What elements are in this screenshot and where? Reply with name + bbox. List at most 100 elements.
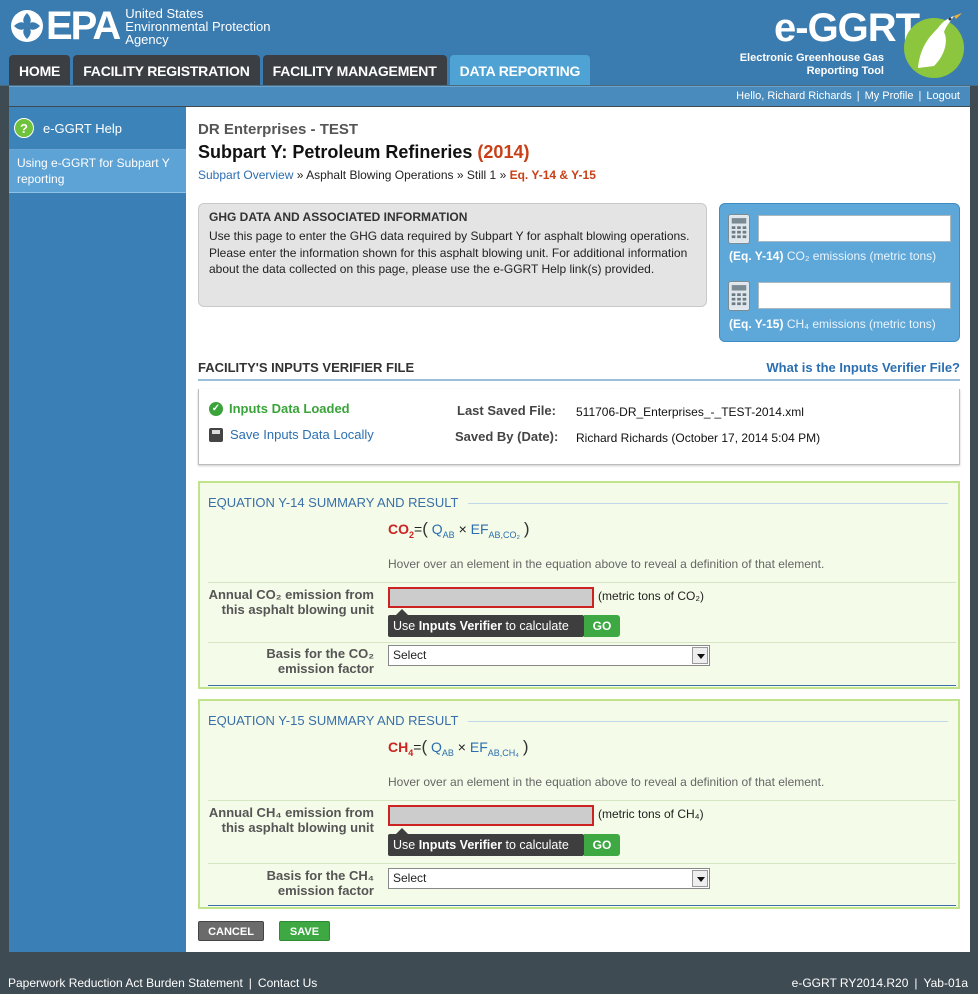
epa-logo[interactable]: EPA United States Environmental Protecti… (10, 6, 271, 46)
formula-ch4-term[interactable]: CH4 (388, 739, 413, 758)
formula-ef-term[interactable]: EFAB,CO₂ (470, 521, 521, 540)
formula-gas: CH (388, 739, 409, 755)
cancel-button[interactable]: CANCEL (198, 921, 264, 941)
equation-y14-formula: CO2=( QAB × EFAB,CO₂ ) (388, 519, 530, 540)
eggrt-logo: e-GGRT Electronic Greenhouse Gas Reporti… (734, 4, 964, 82)
agency-line-1: United States (125, 5, 204, 21)
ivf-section-title: FACILITY'S INPUTS VERIFIER FILE (198, 360, 415, 375)
ivf-status-box: ✓ Inputs Data Loaded Save Inputs Data Lo… (198, 389, 960, 465)
inputs-loaded-text: Inputs Data Loaded (229, 401, 350, 416)
go-button[interactable]: GO (584, 615, 620, 637)
equation-y15-formula: CH4=( QAB × EFAB,CH₄ ) (388, 737, 529, 758)
sidebar-help-label: e-GGRT Help (43, 120, 122, 136)
eggrt-subtitle: Electronic Greenhouse Gas Reporting Tool (734, 52, 884, 78)
app-version: e-GGRT RY2014.R20 (791, 976, 909, 990)
formula-ef: EF (470, 521, 489, 537)
basis-ch4-selected: Select (393, 871, 427, 885)
row-divider (208, 642, 956, 643)
formula-paren-open: ( (421, 737, 428, 756)
breadcrumb-subpart-overview[interactable]: Subpart Overview (198, 168, 293, 182)
agency-line-3: Agency (125, 31, 169, 47)
tip-prefix: Use (393, 838, 419, 852)
logout-link[interactable]: Logout (926, 90, 960, 102)
section-divider (198, 379, 960, 381)
question-icon: ? (14, 118, 34, 138)
formula-co2-term[interactable]: CO2 (388, 521, 414, 540)
basis-ch4-select[interactable]: Select (388, 868, 710, 889)
breadcrumb-separator: » (456, 168, 464, 182)
divider: | (914, 976, 918, 990)
go-button[interactable]: GO (584, 834, 620, 856)
sidebar-help-header[interactable]: ? e-GGRT Help (9, 107, 186, 150)
paperwork-link[interactable]: Paperwork Reduction Act Burden Statement (8, 976, 243, 990)
check-icon: ✓ (209, 401, 223, 416)
formula-q-term[interactable]: QAB (431, 739, 454, 758)
formula-paren-close: ) (523, 519, 530, 538)
divider: | (248, 976, 252, 990)
ch4-emissions-label: (Eq. Y-15) CH₄ emissions (metric tons) (729, 317, 936, 331)
tip-bold: Inputs Verifier (418, 838, 503, 852)
ghg-info-box: GHG DATA AND ASSOCIATED INFORMATION Use … (198, 203, 707, 307)
basis-co2-select[interactable]: Select (388, 645, 710, 666)
formula-paren-open: ( (422, 519, 428, 538)
user-greeting[interactable]: Hello, Richard Richards (736, 90, 852, 102)
tip-suffix: to calculate (502, 838, 569, 852)
eggrt-subtitle-line-2: Reporting Tool (806, 65, 884, 77)
chevron-down-icon[interactable] (692, 870, 708, 887)
annual-co2-unit: (metric tons of CO₂) (598, 589, 705, 603)
basis-co2-selected: Select (393, 648, 427, 662)
formula-q-sub: AB (441, 747, 454, 758)
calculator-icon (728, 281, 750, 311)
last-saved-label: Last Saved File: (457, 403, 556, 418)
formula-gas: CO (388, 521, 409, 537)
annual-ch4-label: Annual CH₄ emission from this asphalt bl… (208, 805, 374, 835)
formula-paren-close: ) (522, 737, 529, 756)
main-nav: HOME FACILITY REGISTRATION FACILITY MANA… (9, 55, 593, 85)
tab-data-reporting[interactable]: DATA REPORTING (449, 55, 591, 85)
reporting-year: (2014) (477, 142, 530, 162)
basis-ch4-label: Basis for the CH₄ emission factor (266, 868, 374, 898)
sidebar-item-subpart-y-help[interactable]: Using e-GGRT for Subpart Y reporting (9, 150, 186, 193)
equation-y15-title: EQUATION Y-15 SUMMARY AND RESULT (208, 713, 459, 728)
formula-ef-sub: AB,CO₂ (488, 529, 521, 540)
formula-q-term[interactable]: QAB (432, 521, 455, 540)
ghg-info-title: GHG DATA AND ASSOCIATED INFORMATION (209, 210, 468, 224)
tab-facility-registration[interactable]: FACILITY REGISTRATION (73, 55, 260, 85)
co2-emissions-label: (Eq. Y-14) CO₂ emissions (metric tons) (729, 249, 936, 263)
inputs-verifier-tip: Use Inputs Verifier to calculate (388, 609, 584, 637)
tab-home[interactable]: HOME (9, 55, 71, 85)
saved-by-label: Saved By (Date): (455, 429, 559, 444)
tip-prefix: Use (393, 619, 419, 633)
footer-left: Paperwork Reduction Act Burden Statement… (8, 965, 317, 994)
agency-line-2: Environmental Protection (125, 18, 271, 34)
formula-ef-term[interactable]: EFAB,CH₄ (470, 739, 519, 758)
chevron-down-icon[interactable] (692, 647, 708, 664)
page-code: Yab-01a (923, 976, 968, 990)
ivf-info-link[interactable]: What is the Inputs Verifier File? (766, 360, 960, 375)
co2-emissions-output (758, 215, 951, 242)
equation-y15-panel: EQUATION Y-15 SUMMARY AND RESULT CH4=( Q… (198, 699, 960, 909)
user-bar: Hello, Richard Richards | My Profile | Logou… (9, 86, 970, 106)
save-inputs-locally-link[interactable]: Save Inputs Data Locally (209, 427, 374, 442)
equation-y14-title: EQUATION Y-14 SUMMARY AND RESULT (208, 495, 459, 510)
row-divider (208, 800, 956, 801)
company-name: DR Enterprises - TEST (198, 121, 359, 138)
footer-right: e-GGRT RY2014.R20 | Yab-01a (792, 965, 968, 994)
row-divider (208, 582, 956, 583)
annual-ch4-unit: (metric tons of CH₄) (598, 807, 704, 821)
save-inputs-locally-text[interactable]: Save Inputs Data Locally (230, 427, 374, 442)
formula-q-sub: AB (442, 529, 455, 540)
sidebar: ? e-GGRT Help Using e-GGRT for Subpart Y… (9, 107, 186, 952)
basis-co2-label: Basis for the CO₂ emission factor (266, 646, 374, 676)
my-profile-link[interactable]: My Profile (865, 90, 914, 102)
annual-ch4-input[interactable] (388, 805, 594, 826)
site-header: EPA United States Environmental Protecti… (0, 0, 978, 86)
section-divider (468, 721, 948, 722)
annual-co2-input[interactable] (388, 587, 594, 608)
tab-facility-management[interactable]: FACILITY MANAGEMENT (262, 55, 447, 85)
saved-by-value: Richard Richards (October 17, 2014 5:04 … (576, 431, 821, 445)
tip-bold: Inputs Verifier (418, 619, 503, 633)
main-content: DR Enterprises - TEST Subpart Y: Petrole… (186, 107, 970, 952)
contact-us-link[interactable]: Contact Us (258, 976, 317, 990)
save-button[interactable]: SAVE (279, 921, 330, 941)
